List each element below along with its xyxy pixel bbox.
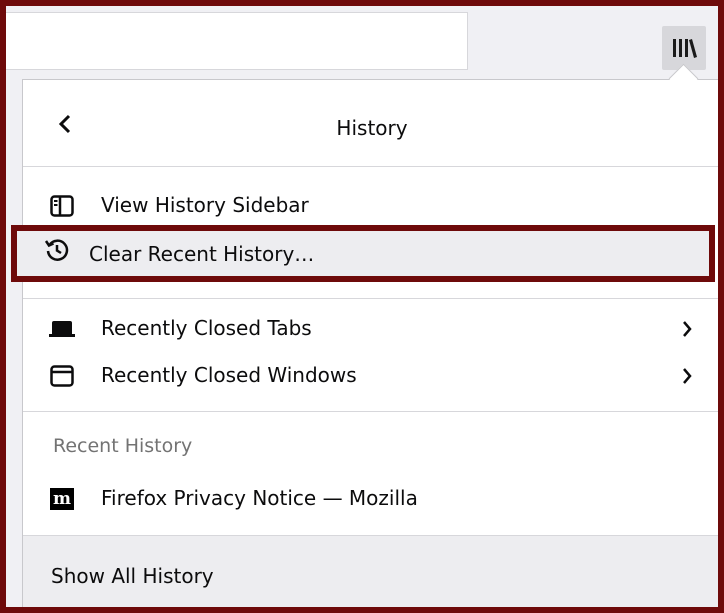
library-icon xyxy=(673,39,697,58)
window-icon xyxy=(49,364,75,388)
item-label: Clear Recent History… xyxy=(89,241,315,266)
clear-recent-history-item[interactable]: Clear Recent History… xyxy=(11,225,715,282)
chevron-right-icon xyxy=(677,319,697,339)
sidebar-icon xyxy=(49,194,75,218)
mozilla-favicon-text: m xyxy=(50,488,74,510)
recent-history-heading: Recent History xyxy=(53,435,193,457)
history-clock-icon xyxy=(44,238,70,262)
separator xyxy=(23,166,718,167)
back-arrow-icon xyxy=(58,114,71,134)
recent-history-item[interactable]: m Firefox Privacy Notice — Mozilla xyxy=(23,475,718,521)
item-label: Firefox Privacy Notice — Mozilla xyxy=(101,486,418,510)
item-label: Recently Closed Tabs xyxy=(101,316,312,340)
view-history-sidebar-item[interactable]: View History Sidebar xyxy=(23,182,718,228)
item-label: Recently Closed Windows xyxy=(101,363,357,387)
separator xyxy=(23,298,718,299)
panel-header: History xyxy=(23,80,718,166)
url-bar[interactable] xyxy=(6,12,468,70)
separator xyxy=(23,411,718,412)
item-label: View History Sidebar xyxy=(101,193,309,217)
recently-closed-tabs-item[interactable]: Recently Closed Tabs xyxy=(23,305,718,351)
back-button[interactable] xyxy=(49,108,81,140)
tab-icon xyxy=(49,317,75,341)
history-panel: History View History Sidebar Clear Recen… xyxy=(11,79,718,607)
show-all-history-button[interactable]: Show All History xyxy=(23,535,718,607)
browser-window-frame: History View History Sidebar Clear Recen… xyxy=(0,0,724,613)
toolbar xyxy=(6,6,718,78)
mozilla-favicon-icon: m xyxy=(49,487,75,511)
recently-closed-windows-item[interactable]: Recently Closed Windows xyxy=(23,352,718,398)
footer-label: Show All History xyxy=(51,564,214,588)
chevron-right-icon xyxy=(677,366,697,386)
panel-title: History xyxy=(336,116,408,140)
